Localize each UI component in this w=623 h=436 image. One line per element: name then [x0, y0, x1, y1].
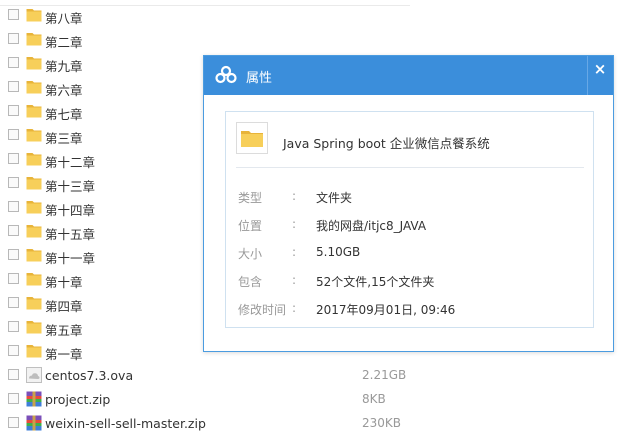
property-label: 修改时间 [238, 303, 287, 317]
file-name[interactable]: 第十五章 [45, 224, 95, 243]
row-checkbox[interactable] [8, 417, 19, 428]
row-checkbox[interactable] [8, 369, 19, 380]
zip-file-icon [26, 391, 42, 407]
file-name[interactable]: 第十章 [45, 272, 83, 291]
file-name[interactable]: 第四章 [45, 296, 83, 315]
file-name[interactable]: 第五章 [45, 320, 83, 339]
property-value: 文件夹 [316, 191, 353, 205]
header-separator [587, 56, 588, 95]
folder-icon [241, 131, 263, 147]
close-icon: × [593, 60, 607, 78]
dialog-title: 属性 [246, 71, 273, 86]
file-name[interactable]: 第十一章 [45, 248, 95, 267]
zip-file-icon [26, 415, 42, 431]
row-checkbox[interactable] [8, 9, 19, 20]
file-size: 2.21GB [362, 368, 407, 382]
folder-icon [26, 55, 42, 71]
file-size: 230KB [362, 416, 402, 430]
folder-icon [26, 175, 42, 191]
property-value: 2017年09月01日, 09:46 [316, 303, 456, 317]
row-checkbox[interactable] [8, 57, 19, 68]
file-name[interactable]: 第二章 [45, 32, 83, 51]
folder-icon [26, 103, 42, 119]
file-name[interactable]: 第十四章 [45, 200, 95, 219]
file-row[interactable]: weixin-sell-sell-master.zip 230KB [0, 412, 623, 436]
property-colon: : [292, 217, 297, 231]
folder-icon [26, 295, 42, 311]
panel-divider [236, 167, 584, 168]
folder-icon [26, 247, 42, 263]
file-name[interactable]: centos7.3.ova [45, 368, 133, 383]
row-checkbox[interactable] [8, 129, 19, 140]
folder-icon [26, 7, 42, 23]
properties-panel: Java Spring boot 企业微信点餐系统 类型 : 文件夹 位置 : … [225, 111, 594, 328]
folder-preview [236, 122, 268, 154]
property-contains: 包含 : 52个文件,15个文件夹 [238, 273, 588, 291]
property-value: 我的网盘/itjc8_JAVA [316, 219, 427, 233]
row-checkbox[interactable] [8, 393, 19, 404]
row-checkbox[interactable] [8, 81, 19, 92]
file-size: 8KB [362, 392, 386, 406]
row-checkbox[interactable] [8, 297, 19, 308]
properties-dialog: 属性 × Java Spring boot 企业微信点餐系统 类型 : 文件夹 … [203, 55, 614, 352]
folder-icon [26, 319, 42, 335]
file-row[interactable]: 第八章 [0, 4, 623, 28]
folder-icon [26, 127, 42, 143]
row-checkbox[interactable] [8, 225, 19, 236]
disk-image-icon [26, 367, 42, 383]
row-checkbox[interactable] [8, 33, 19, 44]
row-checkbox[interactable] [8, 177, 19, 188]
row-checkbox[interactable] [8, 201, 19, 212]
file-name[interactable]: 第八章 [45, 8, 83, 27]
folder-icon [26, 271, 42, 287]
file-row[interactable]: centos7.3.ova 2.21GB [0, 364, 623, 388]
folder-name: Java Spring boot 企业微信点餐系统 [283, 136, 490, 151]
property-label: 位置 [238, 219, 263, 233]
property-modified: 修改时间 : 2017年09月01日, 09:46 [238, 301, 588, 319]
file-row[interactable]: 第二章 [0, 28, 623, 52]
property-colon: : [292, 301, 297, 315]
property-value: 5.10GB [316, 245, 361, 259]
property-colon: : [292, 273, 297, 287]
file-name[interactable]: 第十三章 [45, 176, 95, 195]
property-colon: : [292, 245, 297, 259]
cloud-logo-icon [215, 65, 237, 84]
file-name[interactable]: weixin-sell-sell-master.zip [45, 416, 206, 431]
file-name[interactable]: project.zip [45, 392, 110, 407]
property-colon: : [292, 189, 297, 203]
dialog-header[interactable]: 属性 × [204, 56, 613, 95]
property-label: 类型 [238, 191, 263, 205]
property-label: 包含 [238, 275, 263, 289]
row-checkbox[interactable] [8, 273, 19, 284]
file-name[interactable]: 第十二章 [45, 152, 95, 171]
row-checkbox[interactable] [8, 105, 19, 116]
file-name[interactable]: 第九章 [45, 56, 83, 75]
folder-icon [26, 31, 42, 47]
row-checkbox[interactable] [8, 249, 19, 260]
folder-icon [26, 199, 42, 215]
row-checkbox[interactable] [8, 345, 19, 356]
file-name[interactable]: 第三章 [45, 128, 83, 147]
row-checkbox[interactable] [8, 321, 19, 332]
file-name[interactable]: 第六章 [45, 80, 83, 99]
property-size: 大小 : 5.10GB [238, 245, 588, 263]
folder-icon [26, 223, 42, 239]
folder-icon [26, 343, 42, 359]
close-button[interactable]: × [589, 58, 611, 80]
property-label: 大小 [238, 247, 263, 261]
file-name[interactable]: 第七章 [45, 104, 83, 123]
property-type: 类型 : 文件夹 [238, 189, 588, 207]
folder-icon [26, 151, 42, 167]
file-row[interactable]: project.zip 8KB [0, 388, 623, 412]
file-name[interactable]: 第一章 [45, 344, 83, 363]
folder-icon [26, 79, 42, 95]
property-value: 52个文件,15个文件夹 [316, 275, 435, 289]
row-checkbox[interactable] [8, 153, 19, 164]
property-location: 位置 : 我的网盘/itjc8_JAVA [238, 217, 588, 235]
